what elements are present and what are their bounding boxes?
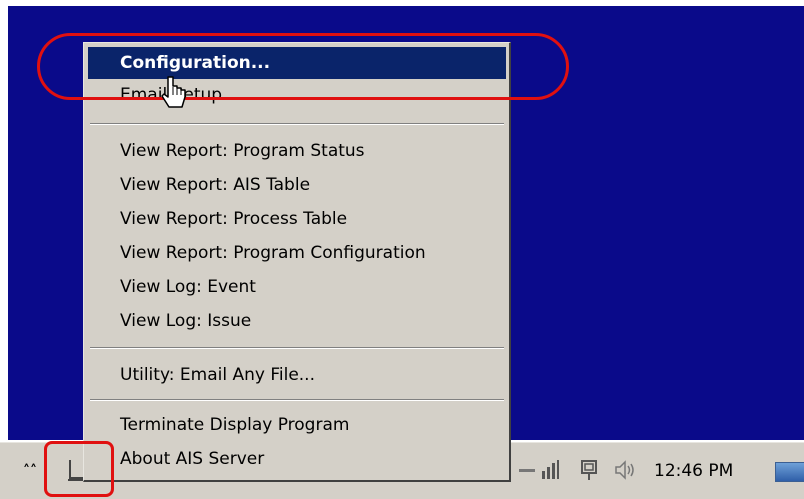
menu-item-view-log-event[interactable]: View Log: Event	[88, 271, 506, 303]
network-signal-icon	[542, 460, 559, 479]
menu-item-view-report-program-status[interactable]: View Report: Program Status	[88, 135, 506, 167]
tray-context-menu: Configuration... Email Setup... View Rep…	[83, 42, 511, 482]
show-desktop-button[interactable]	[775, 462, 804, 482]
speaker-volume-icon	[615, 460, 634, 480]
menu-item-terminate-display-program[interactable]: Terminate Display Program	[88, 409, 506, 441]
menu-separator	[90, 123, 504, 125]
power-tray-icon[interactable]	[578, 458, 602, 482]
taskbar-clock[interactable]: 12:46 PM	[654, 458, 733, 484]
menu-item-about-ais-server[interactable]: About AIS Server	[88, 443, 506, 475]
screenshot-border-left	[0, 0, 8, 440]
power-plug-icon	[581, 460, 597, 480]
menu-item-view-log-issue[interactable]: View Log: Issue	[88, 305, 506, 337]
menu-item-utility-email-any-file[interactable]: Utility: Email Any File...	[88, 359, 506, 391]
screenshot-border-top	[0, 0, 804, 6]
app-icon	[519, 469, 535, 472]
menu-item-view-report-ais-table[interactable]: View Report: AIS Table	[88, 169, 506, 201]
menu-separator	[90, 399, 504, 401]
annotation-highlight-oval	[37, 33, 569, 100]
annotation-highlight-rectangle	[44, 441, 114, 497]
volume-tray-icon[interactable]	[613, 458, 637, 482]
menu-item-view-report-program-configuration[interactable]: View Report: Program Configuration	[88, 237, 506, 269]
menu-item-view-report-process-table[interactable]: View Report: Process Table	[88, 203, 506, 235]
hand-pointer-cursor-icon	[161, 76, 186, 108]
show-hidden-icons-button[interactable]: ˄˄	[22, 460, 38, 482]
network-tray-icon[interactable]	[538, 458, 562, 482]
menu-separator	[90, 347, 504, 349]
double-chevron-up-icon: ˄˄	[23, 463, 37, 479]
tray-app-icon-2[interactable]	[515, 458, 539, 482]
